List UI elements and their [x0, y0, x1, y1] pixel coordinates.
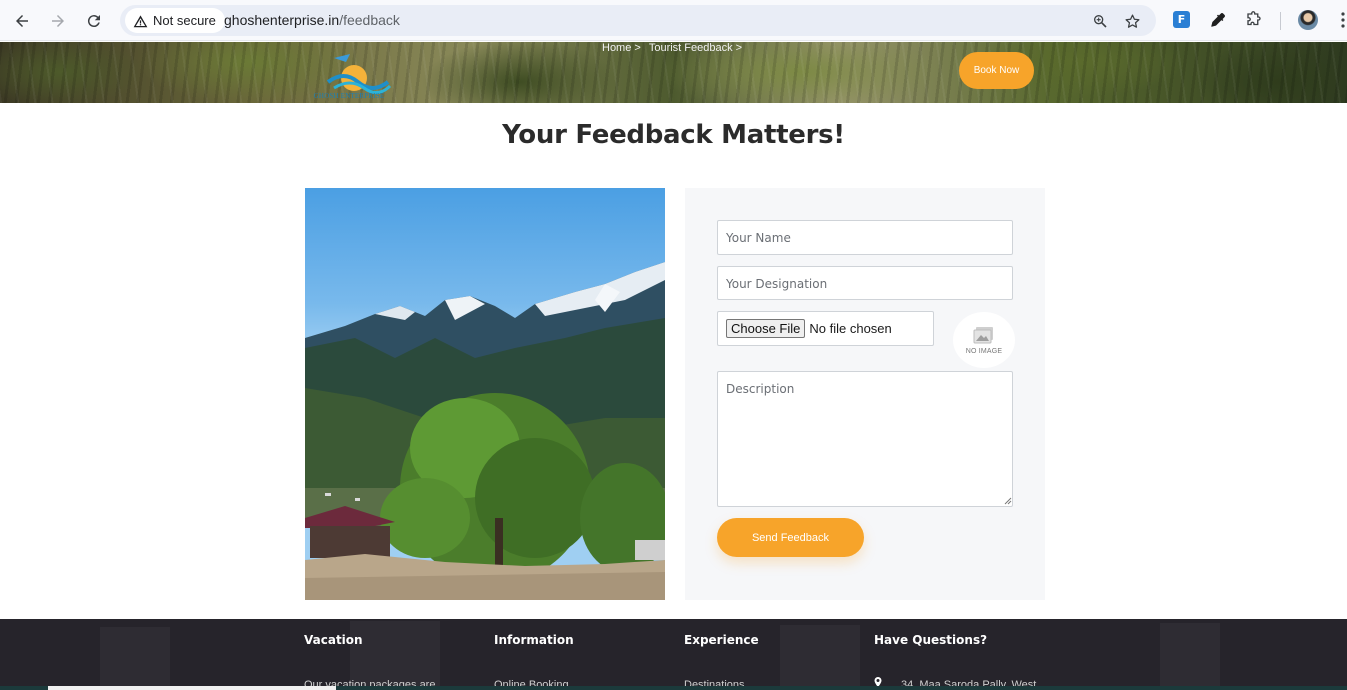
choose-file-button[interactable]: Choose File [726, 319, 806, 338]
textarea-resize-handle-icon[interactable] [1003, 496, 1012, 505]
site-footer: Vacation Information Experience Have Que… [0, 619, 1347, 690]
footer-bg-decoration [100, 627, 170, 690]
forward-icon[interactable] [46, 9, 70, 33]
security-label: Not secure [153, 13, 216, 28]
address-bar[interactable]: Not secure ghoshenterprise.in/feedback [120, 5, 1156, 36]
extension-f-icon[interactable]: F [1173, 11, 1190, 28]
menu-kebab-icon[interactable] [1333, 10, 1347, 30]
logo-text: GHOSH ENTERPRISE [313, 92, 385, 100]
warning-icon [133, 14, 148, 27]
back-icon[interactable] [10, 9, 34, 33]
designation-input[interactable]: Your Designation [717, 266, 1013, 300]
hero-banner: GHOSH ENTERPRISE Home > Tourist Feedback… [0, 42, 1347, 103]
url-host: ghoshenterprise.in [224, 12, 340, 28]
no-image-label: NO IMAGE [965, 347, 1003, 355]
send-feedback-button[interactable]: Send Feedback [717, 518, 864, 557]
image-placeholder-icon [973, 326, 993, 343]
eyedropper-icon[interactable] [1208, 10, 1228, 30]
description-textarea[interactable]: Description [717, 371, 1013, 507]
zoom-icon[interactable] [1090, 11, 1110, 31]
breadcrumb: Home > Tourist Feedback > [602, 42, 742, 54]
profile-avatar[interactable] [1298, 10, 1318, 30]
footer-heading-information: Information [494, 633, 574, 647]
breadcrumb-current[interactable]: Tourist Feedback > [649, 42, 742, 54]
page-bottom-strip-highlight [48, 686, 336, 690]
mountain-photo [305, 188, 665, 600]
url-text[interactable]: ghoshenterprise.in/feedback [224, 12, 400, 28]
toolbar-divider [1280, 12, 1281, 30]
book-now-button[interactable]: Book Now [959, 52, 1034, 89]
footer-heading-experience: Experience [684, 633, 759, 647]
bookmark-star-icon[interactable] [1122, 11, 1142, 31]
image-preview: NO IMAGE [953, 312, 1015, 368]
footer-heading-vacation: Vacation [304, 633, 363, 647]
browser-toolbar: Not secure ghoshenterprise.in/feedback F [0, 0, 1347, 41]
reload-icon[interactable] [82, 9, 106, 33]
file-status: No file chosen [809, 321, 892, 336]
breadcrumb-home[interactable]: Home > [602, 42, 641, 54]
security-chip[interactable]: Not secure [125, 8, 225, 33]
url-path: /feedback [339, 12, 400, 28]
extensions-puzzle-icon[interactable] [1244, 10, 1264, 30]
page-title: Your Feedback Matters! [502, 120, 845, 150]
footer-bg-decoration [780, 625, 860, 690]
photo-file-input[interactable]: Choose File No file chosen [717, 311, 934, 346]
footer-bg-decoration [1160, 623, 1220, 690]
footer-heading-questions: Have Questions? [874, 633, 988, 647]
name-input[interactable]: Your Name [717, 220, 1013, 255]
